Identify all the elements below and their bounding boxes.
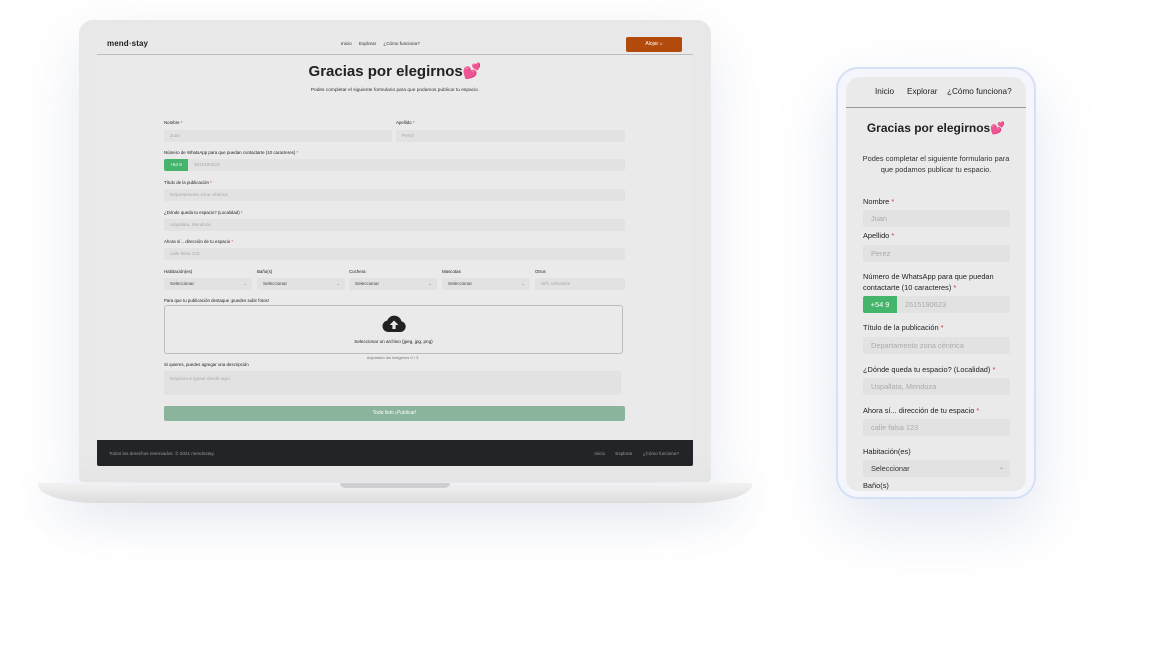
mobile-page-subtitle: Podes completar el siguiente formulario … [862, 154, 1010, 174]
mobile-screen: Inicio Explorar ¿Cómo funciona? Gracias … [846, 77, 1026, 491]
nav-link-como-funciona[interactable]: ¿Cómo funciona? [383, 41, 419, 46]
navbar: mend•stay Inicio Explorar ¿Cómo funciona… [97, 34, 693, 55]
chevron-down-icon: ⌄ [243, 281, 247, 286]
page-title: Gracias por elegirnos💕 [308, 63, 482, 80]
localidad-input[interactable]: Uspallata, Mendoza [164, 219, 625, 231]
nav-link-explorar[interactable]: Explorar [359, 41, 376, 46]
mobile-apellido-label: Apellido * [863, 231, 895, 240]
chevron-down-icon: ⌄ [336, 281, 340, 286]
nombre-label: Nombre * [164, 120, 183, 125]
descripcion-textarea[interactable]: Empieza a typear desde aquí [164, 371, 621, 395]
mobile-titulo-input[interactable]: Departamento zona céntrica [863, 337, 1010, 354]
mobile-direccion-label: Ahora sí... dirección de tu espacio * [863, 406, 980, 415]
brand-logo[interactable]: mend•stay [107, 39, 148, 48]
cochera-select[interactable]: Seleccionar ⌄ [349, 278, 437, 290]
mobile-nav-inicio[interactable]: Inicio [875, 87, 894, 96]
mobile-apellido-input[interactable]: Perez [863, 245, 1010, 262]
mobile-navbar: Inicio Explorar ¿Cómo funciona? [846, 77, 1026, 108]
apellido-label: Apellido * [396, 120, 415, 125]
mobile-localidad-label: ¿Dónde queda tu espacio? (Localidad) * [863, 365, 996, 374]
alojar-button[interactable]: Alojar ⌂ [626, 37, 682, 52]
footer-link-como-funciona[interactable]: ¿Cómo funciona? [643, 451, 679, 456]
mascotas-select[interactable]: Seleccionar ⌄ [442, 278, 530, 290]
otros-label: Otros [535, 269, 546, 274]
mobile-habitaciones-label: Habitación(es) [863, 447, 911, 456]
footer-link-explorar[interactable]: Explorar [615, 451, 632, 456]
habitaciones-label: Habitación(es) [164, 269, 193, 274]
footer-link-inicio[interactable]: Inicio [594, 451, 605, 456]
mobile-whatsapp-input[interactable]: 2615190623 [897, 296, 1010, 313]
titulo-input[interactable]: Departamento zona céntrica [164, 189, 625, 201]
mascotas-label: Mascotas [442, 269, 461, 274]
publicar-button[interactable]: Todo listo ¡Publicar! [164, 406, 625, 421]
mobile-nav-como-funciona[interactable]: ¿Cómo funciona? [947, 87, 1012, 96]
chevron-down-icon: ⌄ [428, 281, 432, 286]
chevron-down-icon: ⌄ [998, 465, 1004, 471]
direccion-input[interactable]: calle falsa 123 [164, 248, 625, 260]
fotos-label: Para que tu publicación destaque ¡puedes… [164, 298, 269, 303]
mobile-banos-label: Baño(s) [863, 481, 889, 490]
upload-count: Adjuntado las imágenes 0 / 3 [366, 355, 419, 360]
whatsapp-input[interactable]: 2615190623 [188, 159, 625, 171]
apellido-input[interactable]: Perez [396, 130, 625, 142]
footer: Todos los derechos reservados. © 2021 me… [97, 440, 693, 466]
hearts-emoji: 💕 [462, 63, 482, 80]
nav-link-inicio[interactable]: Inicio [341, 41, 352, 46]
mobile-direccion-input[interactable]: calle falsa 123 [863, 419, 1010, 436]
mobile-page-title: Gracias por elegirnos💕 [866, 121, 1006, 135]
whatsapp-label: Número de WhatsApp para que puedan conta… [164, 150, 299, 155]
footer-links: Inicio Explorar ¿Cómo funciona? [585, 451, 679, 456]
upload-label: Seleccionar un archivo (jpeg, jpg, png) [354, 339, 433, 344]
hearts-emoji: 💕 [990, 121, 1006, 135]
desktop-screen: mend•stay Inicio Explorar ¿Cómo funciona… [97, 34, 693, 466]
titulo-label: Título de la publicación * [164, 180, 212, 185]
direccion-label: Ahora sí... dirección de tu espacio * [164, 239, 234, 244]
mobile-country-code-prefix: +54 9 [863, 296, 897, 313]
otros-input[interactable]: Wifi, televisión [535, 278, 625, 290]
mobile-whatsapp-label: Número de WhatsApp para que puedan contac… [863, 272, 994, 292]
mobile-nombre-label: Nombre * [863, 197, 895, 206]
cochera-label: Cochera [349, 269, 366, 274]
mobile-localidad-input[interactable]: Uspallata, Mendoza [863, 378, 1010, 395]
descripcion-label: Si quieres, puedes agregar una descripci… [164, 362, 249, 367]
footer-copyright: Todos los derechos reservados. © 2021 me… [109, 451, 215, 456]
chevron-down-icon: ⌄ [521, 281, 525, 286]
habitaciones-select[interactable]: Seleccionar ⌄ [164, 278, 252, 290]
banos-label: Baño(s) [257, 269, 273, 274]
home-icon: ⌂ [659, 41, 663, 47]
banos-select[interactable]: Seleccionar ⌄ [257, 278, 345, 290]
mobile-nav-explorar[interactable]: Explorar [907, 87, 938, 96]
mobile-habitaciones-select[interactable]: Seleccionar ⌄ [863, 460, 1010, 477]
cloud-upload-icon [382, 315, 406, 332]
localidad-label: ¿Dónde queda tu espacio? (Localidad) * [164, 210, 243, 215]
nombre-input[interactable]: Juan [164, 130, 392, 142]
mobile-titulo-label: Título de la publicación * [863, 323, 944, 332]
country-code-prefix: +54 9 [164, 159, 188, 171]
mobile-nombre-input[interactable]: Juan [863, 210, 1010, 227]
upload-dropzone[interactable]: Seleccionar un archivo (jpeg, jpg, png) [164, 305, 623, 354]
nav-links: Inicio Explorar ¿Cómo funciona? [341, 41, 426, 46]
page-subtitle: Podes completar el siguiente formulario … [310, 88, 480, 93]
laptop-notch [340, 483, 450, 488]
